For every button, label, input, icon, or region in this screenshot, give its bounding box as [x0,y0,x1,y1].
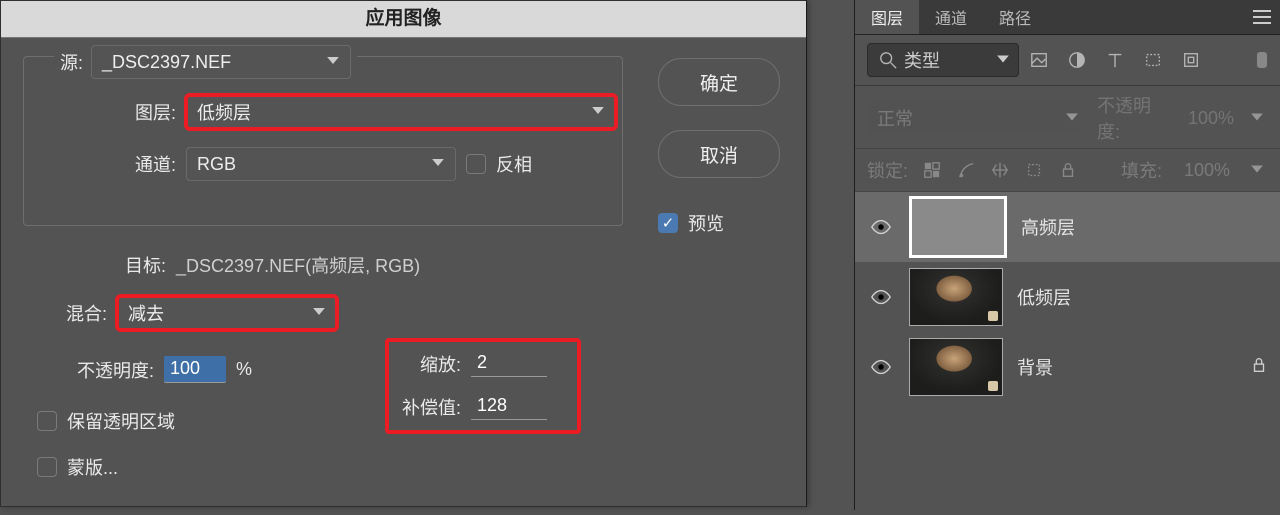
blend-label: 混合: [57,300,107,326]
blend-mode-select[interactable]: 正常 [867,102,1087,134]
lock-transparent-icon[interactable] [922,160,942,180]
preserve-transparent-checkbox[interactable] [37,411,57,431]
shape-filter-icon[interactable] [1143,50,1163,70]
channel-select[interactable]: RGB [186,147,456,181]
tab-channels[interactable]: 通道 [919,0,983,34]
opacity-label: 不透明度: [77,357,154,383]
visibility-icon[interactable] [867,216,895,238]
tab-paths[interactable]: 路径 [983,0,1047,34]
target-value: _DSC2397.NEF(高频层, RGB) [176,252,420,278]
dialog-title: 应用图像 [1,1,806,38]
scale-input[interactable]: 2 [471,350,547,377]
chevron-down-icon [996,50,1010,71]
scale-offset-highlight: 缩放: 2 补偿值: 128 [387,340,579,432]
layer-row[interactable]: 高频层 [855,192,1280,262]
lock-image-icon[interactable] [956,160,976,180]
channel-value: RGB [197,154,236,175]
lock-icon [1250,356,1268,379]
lock-all-icon[interactable] [1058,160,1078,180]
lock-position-icon[interactable] [990,160,1010,180]
opacity-unit: % [236,359,252,380]
apply-image-dialog: 应用图像 源: _DSC2397.NEF 图层: [0,0,807,507]
chevron-down-icon [312,303,326,324]
preview-label: 预览 [688,210,724,236]
invert-label: 反相 [496,151,532,177]
panel-tabs: 图层 通道 路径 [855,0,1280,35]
layers-panel: 图层 通道 路径 类型 [854,0,1280,510]
target-label: 目标: [125,252,166,278]
scale-label: 缩放: [397,351,461,377]
layer-select[interactable]: 低频层 [186,95,616,129]
channel-label: 通道: [120,151,176,177]
chevron-down-icon [326,52,340,73]
source-group: 源: _DSC2397.NEF 图层: 低频层 [23,56,623,226]
mask-label: 蒙版... [67,454,118,480]
source-select[interactable]: _DSC2397.NEF [91,45,351,79]
fill-input[interactable]: 100% [1176,155,1268,185]
tab-layers[interactable]: 图层 [855,0,919,34]
layer-value: 低频层 [197,99,251,125]
layer-name: 低频层 [1017,284,1071,310]
layer-thumbnail[interactable] [909,268,1003,326]
chevron-down-icon [431,154,445,175]
pixel-filter-icon[interactable] [1029,50,1049,70]
layer-row[interactable]: 低频层 [855,262,1280,332]
chevron-down-icon [1065,108,1079,129]
layer-label: 图层: [120,99,176,125]
lock-label: 锁定: [867,157,908,183]
preserve-transparent-label: 保留透明区域 [67,408,175,434]
fill-label: 填充: [1121,157,1162,183]
blend-opacity-row: 正常 不透明度: 100% [855,86,1280,149]
opacity-input[interactable]: 100 [164,356,226,383]
panel-opacity-label: 不透明度: [1097,92,1170,144]
blend-value: 减去 [128,300,164,326]
filter-type-label: 类型 [904,47,940,73]
mask-checkbox[interactable] [37,457,57,477]
cancel-button[interactable]: 取消 [658,130,780,178]
blend-mode-value: 正常 [877,105,913,131]
blend-select[interactable]: 减去 [117,296,337,330]
lock-fill-row: 锁定: 填充: 100% [855,149,1280,192]
layer-row[interactable]: 背景 [855,332,1280,402]
layers-list: 高频层 低频层 背景 [855,192,1280,402]
type-filter-icon[interactable] [1105,50,1125,70]
ok-button[interactable]: 确定 [658,58,780,106]
lock-artboard-icon[interactable] [1024,160,1044,180]
preview-checkbox[interactable]: ✓ [658,213,678,233]
visibility-icon[interactable] [867,286,895,308]
filter-type-select[interactable]: 类型 [867,43,1019,77]
layer-thumbnail[interactable] [909,196,1007,258]
smart-filter-icon[interactable] [1181,50,1201,70]
offset-input[interactable]: 128 [471,393,547,420]
source-label: 源: [60,49,83,75]
offset-label: 补偿值: [397,394,461,420]
layer-name: 高频层 [1021,214,1075,240]
layer-thumbnail[interactable] [909,338,1003,396]
invert-checkbox[interactable] [466,154,486,174]
layer-name: 背景 [1017,354,1053,380]
search-icon [878,50,898,70]
panel-opacity-input[interactable]: 100% [1180,103,1268,133]
chevron-down-icon [591,102,605,123]
source-value: _DSC2397.NEF [102,52,231,73]
panel-menu-icon[interactable] [1244,0,1280,34]
filter-toggle[interactable] [1256,51,1268,69]
adjustment-filter-icon[interactable] [1067,50,1087,70]
chevron-down-icon [1250,160,1264,181]
visibility-icon[interactable] [867,356,895,378]
chevron-down-icon [1250,108,1264,129]
panel-filter-toolbar: 类型 [855,35,1280,86]
